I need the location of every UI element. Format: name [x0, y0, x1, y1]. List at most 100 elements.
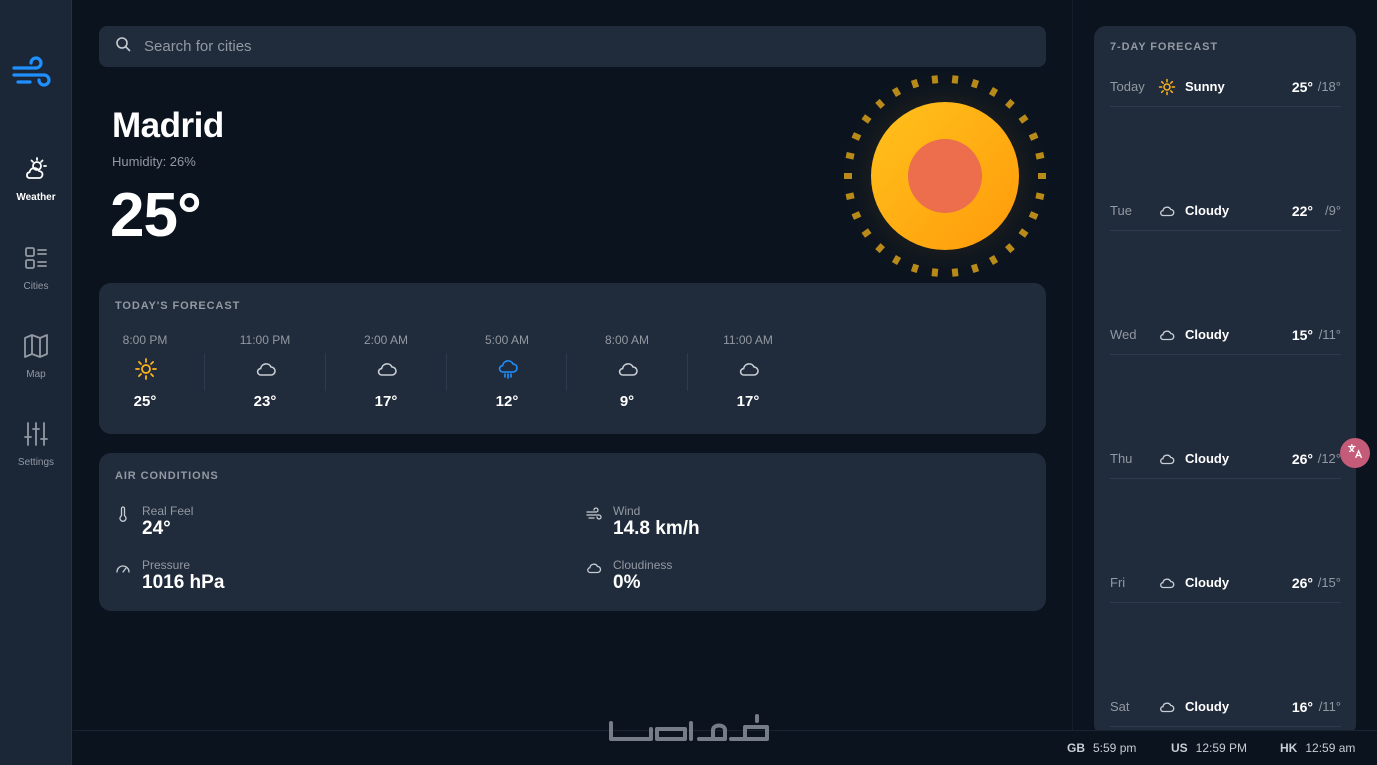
cloud-icon [616, 357, 640, 381]
hour-temperature: 17° [736, 393, 760, 410]
sun-ray [931, 268, 939, 277]
timezone-time: 12:59 PM [1195, 741, 1248, 755]
today-forecast-panel: TODAY'S FORECAST 8:00 PM 25° 11:00 PM 23… [99, 283, 1046, 434]
list-icon [22, 244, 50, 277]
pressure-label: Pressure [142, 558, 191, 572]
cloud-icon [375, 357, 399, 381]
cloud-icon [254, 357, 278, 381]
current-temperature: 25° [110, 181, 202, 250]
wind-label: Wind [613, 504, 641, 518]
day-condition: Cloudy [1185, 699, 1230, 714]
timezone-time: 12:59 am [1305, 741, 1356, 755]
day-forecast-row: Tue Cloudy 22° /9° [1110, 197, 1341, 231]
sun-ray [931, 75, 939, 84]
sidebar-item-weather[interactable]: Weather [0, 155, 72, 215]
rain-cloud-icon [496, 357, 520, 381]
weather-app: Weather Cities Map Settings Search for c… [0, 0, 1377, 765]
cloudiness-item: Cloudiness 0% [586, 558, 886, 602]
hour-time: 8:00 PM [122, 333, 168, 347]
hour-temperature: 23° [253, 393, 277, 410]
search-input[interactable] [144, 38, 1024, 55]
day-name: Today [1110, 79, 1145, 94]
timezone-code: HK [1280, 741, 1298, 755]
column-divider [1072, 0, 1073, 730]
air-conditions-title: AIR CONDITIONS [115, 470, 219, 482]
search-icon [115, 36, 131, 57]
sun-ray [844, 173, 852, 179]
sun-icon [835, 66, 1055, 286]
day-condition: Cloudy [1185, 575, 1230, 590]
day-name: Fri [1110, 575, 1126, 590]
sun-ray [951, 268, 959, 277]
hour-time: 11:00 AM [723, 333, 773, 347]
sidebar-item-label: Cities [23, 281, 49, 292]
cloud-icon [1158, 326, 1176, 344]
day-forecast-row: Sat Cloudy 16° /11° [1110, 693, 1341, 727]
day-name: Sat [1110, 699, 1130, 714]
day-condition: Cloudy [1185, 203, 1230, 218]
seven-day-forecast-title: 7-DAY FORECAST [1110, 41, 1218, 53]
hour-temperature: 12° [495, 393, 519, 410]
timezone-us: US 12:59 PM [1171, 741, 1247, 755]
wind-value: 14.8 km/h [613, 518, 700, 539]
hourly-forecast-item: 5:00 AM 12° [447, 331, 567, 416]
sun-icon [134, 357, 158, 381]
timezone-time: 5:59 pm [1093, 741, 1137, 755]
search-bar[interactable] [99, 26, 1046, 67]
sidebar-item-settings[interactable]: Settings [0, 420, 72, 480]
timezone-code: US [1171, 741, 1188, 755]
hour-time: 5:00 AM [484, 333, 530, 347]
day-forecast-row: Today Sunny 25° /18° [1110, 73, 1341, 107]
cloud-icon [737, 357, 761, 381]
hour-time: 11:00 PM [239, 333, 291, 347]
wind-logo-icon[interactable] [10, 53, 52, 95]
day-high-temp: 26° [1291, 451, 1313, 467]
footer-bar: GB 5:59 pm US 12:59 PM HK 12:59 am [73, 714, 1377, 765]
cloud-icon [1158, 698, 1176, 716]
hourly-forecast-item: 11:00 AM 17° [688, 331, 808, 416]
day-name: Thu [1110, 451, 1133, 466]
hour-time: 8:00 AM [604, 333, 650, 347]
today-forecast-title: TODAY'S FORECAST [115, 300, 241, 312]
day-name: Wed [1110, 327, 1137, 342]
map-icon [22, 332, 50, 365]
day-name: Tue [1110, 203, 1132, 218]
gauge-icon [115, 560, 131, 576]
timezone-code: GB [1067, 741, 1085, 755]
sidebar-item-label: Map [26, 369, 46, 380]
timezone-hk: HK 12:59 am [1280, 741, 1355, 755]
hourly-forecast-item: 11:00 PM 23° [205, 331, 325, 416]
day-condition: Cloudy [1185, 327, 1230, 342]
weather-icon [22, 155, 50, 188]
day-condition: Sunny [1185, 79, 1225, 94]
day-forecast-row: Fri Cloudy 26° /15° [1110, 569, 1341, 603]
sliders-icon [22, 420, 50, 453]
day-high-temp: 15° [1291, 327, 1313, 343]
sun-ray [951, 75, 959, 84]
sidebar: Weather Cities Map Settings [0, 0, 72, 765]
real-feel-label: Real Feel [142, 504, 194, 518]
day-forecast-row: Thu Cloudy 26° /12° [1110, 445, 1341, 479]
translate-button[interactable] [1340, 438, 1370, 468]
sun-icon [1158, 78, 1176, 96]
hourly-forecast-item: 2:00 AM 17° [326, 331, 446, 416]
day-low-temp: /11° [1318, 327, 1341, 342]
cloudiness-value: 0% [613, 572, 641, 593]
day-low-temp: /12° [1317, 451, 1341, 466]
thermometer-icon [115, 506, 131, 522]
khamsat-watermark-logo [605, 709, 775, 757]
day-low-temp: /15° [1317, 575, 1341, 590]
day-low-temp: /9° [1324, 203, 1341, 218]
cloud-icon [586, 560, 602, 576]
day-high-temp: 25° [1291, 79, 1313, 95]
sidebar-item-map[interactable]: Map [0, 332, 72, 392]
day-low-temp: /11° [1318, 699, 1341, 714]
hourly-forecast-item: 8:00 AM 9° [567, 331, 687, 416]
translate-icon [1346, 442, 1364, 465]
seven-day-forecast-panel: 7-DAY FORECAST Today Sunny 25° /18° Tue … [1094, 26, 1356, 736]
day-high-temp: 16° [1291, 699, 1313, 715]
day-high-temp: 22° [1291, 203, 1313, 219]
hourly-forecast-list: 8:00 PM 25° 11:00 PM 23° 2:00 AM 17° 5:0… [99, 331, 799, 416]
day-high-temp: 26° [1291, 575, 1313, 591]
sidebar-item-cities[interactable]: Cities [0, 244, 72, 304]
